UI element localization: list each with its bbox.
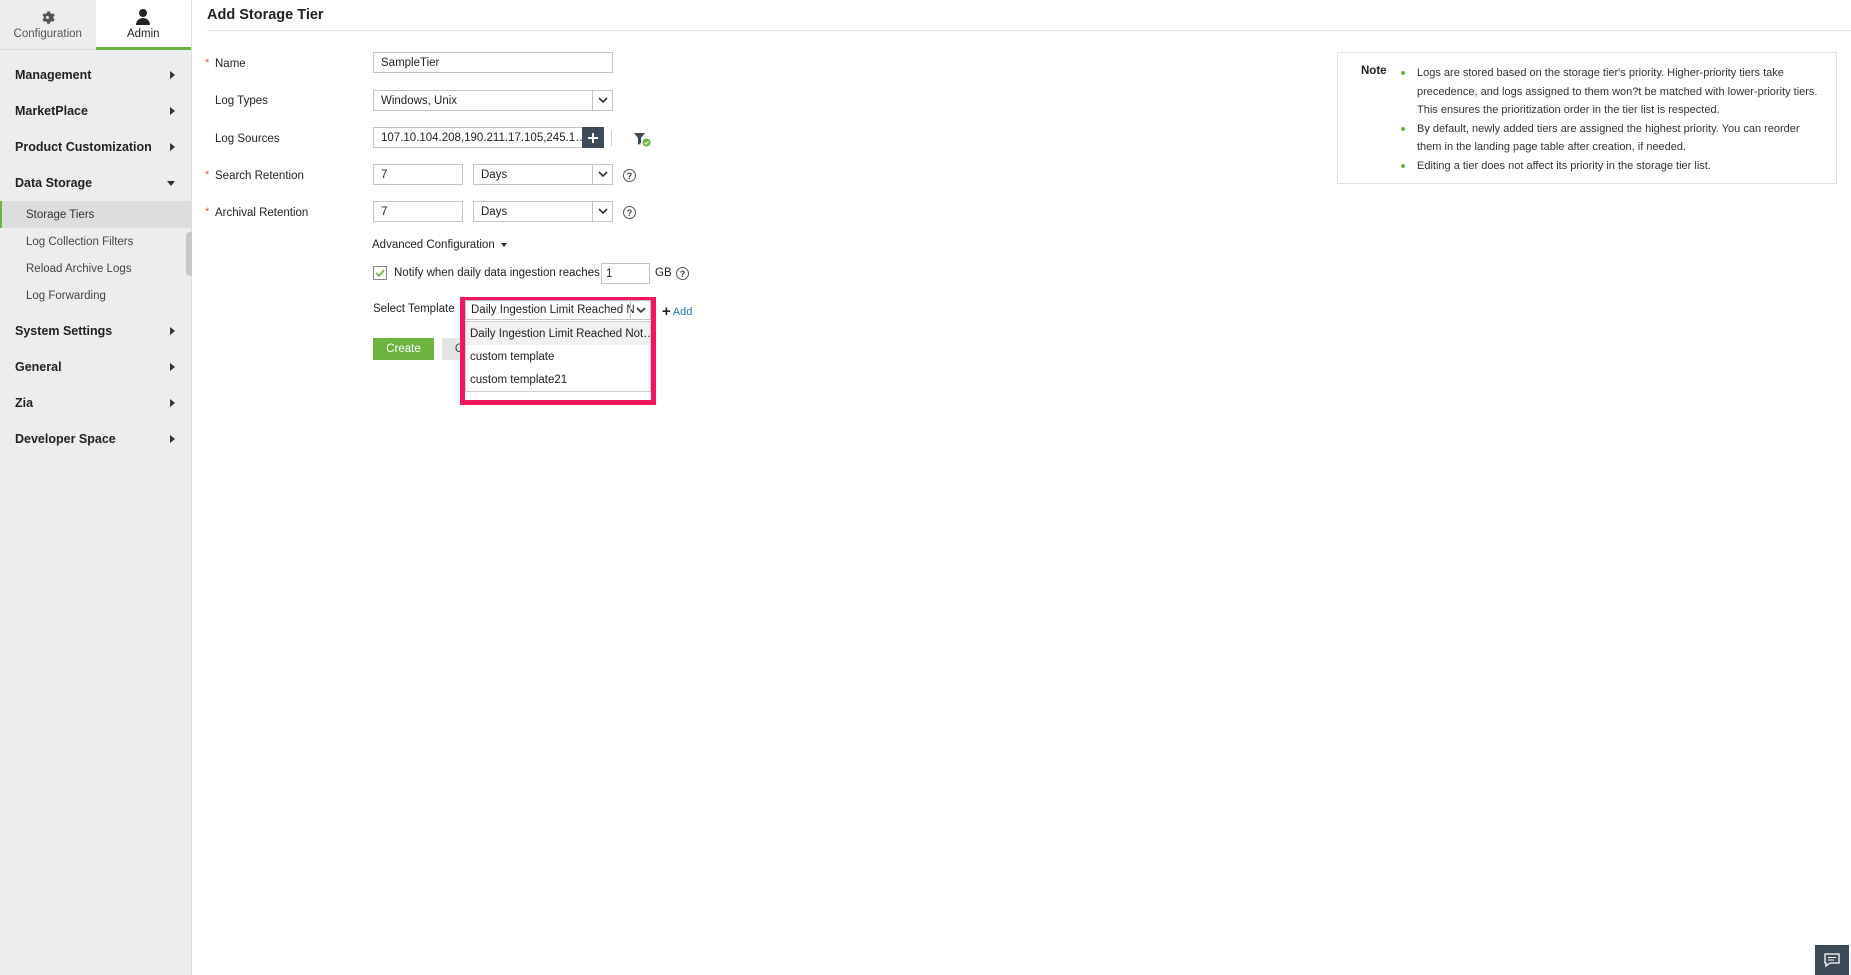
add-log-source-button[interactable] (582, 127, 604, 148)
template-dropdown-list: Daily Ingestion Limit Reached Not… custo… (465, 321, 651, 392)
sidebar-item-system-settings[interactable]: System Settings (0, 313, 191, 349)
search-retention-input[interactable] (373, 164, 463, 185)
title-divider (207, 30, 1851, 31)
advanced-configuration-label: Advanced Configuration (372, 239, 495, 251)
caret-right-icon (170, 107, 175, 115)
log-types-value: Windows, Unix (381, 94, 458, 107)
plus-icon: + (662, 303, 671, 320)
check-icon (375, 269, 385, 278)
tab-configuration[interactable]: Configuration (0, 0, 96, 50)
caret-right-icon (170, 435, 175, 443)
log-types-select[interactable]: Windows, Unix (373, 90, 613, 111)
plus-icon (588, 132, 598, 143)
search-retention-label: Search Retention (215, 170, 304, 182)
caret-down-icon (167, 180, 175, 186)
log-sources-field[interactable]: 107.10.104.208,190.211.17.105,245.1… (373, 127, 583, 148)
caret-right-icon (170, 143, 175, 151)
archival-retention-unit-select[interactable]: Days (473, 201, 613, 222)
select-template-label: Select Template (373, 303, 455, 315)
sidebar-item-product-customization[interactable]: Product Customization (0, 129, 191, 165)
chat-button[interactable] (1815, 945, 1849, 975)
sidebar-tabs: Configuration Admin (0, 0, 191, 50)
select-template-value: Daily Ingestion Limit Reached N (471, 304, 635, 316)
notify-unit-label: GB (655, 267, 672, 279)
sidebar-item-label: MarketPlace (15, 104, 88, 118)
notify-label: Notify when daily data ingestion reaches (394, 267, 600, 279)
sidebar: Configuration Admin Management MarketPla… (0, 0, 192, 975)
page-title: Add Storage Tier (207, 7, 324, 23)
sidebar-subitem-reload-archive-logs[interactable]: Reload Archive Logs (0, 255, 191, 282)
user-icon (136, 8, 151, 25)
gear-icon (42, 11, 55, 24)
filter-check-icon[interactable] (634, 133, 651, 147)
note-item: Editing a tier does not affect its prior… (1398, 157, 1818, 176)
required-marker: * (205, 57, 210, 69)
name-label: Name (215, 58, 246, 70)
notify-threshold-input[interactable] (601, 263, 650, 284)
log-sources-value: 107.10.104.208,190.211.17.105,245.1… (381, 131, 583, 144)
caret-right-icon (170, 399, 175, 407)
tab-admin-label: Admin (126, 27, 160, 40)
main-content: Add Storage Tier * Name Log Types Window… (192, 0, 1851, 975)
notify-checkbox[interactable] (373, 266, 387, 280)
tab-configuration-label: Configuration (13, 28, 82, 40)
select-template-select[interactable]: Daily Ingestion Limit Reached N (465, 300, 651, 320)
sidebar-subitem-log-collection-filters[interactable]: Log Collection Filters (0, 228, 191, 255)
help-icon[interactable]: ? (623, 169, 636, 182)
search-retention-unit-select[interactable]: Days (473, 164, 613, 185)
tab-admin[interactable]: Admin (95, 0, 191, 50)
sidebar-subitem-storage-tiers[interactable]: Storage Tiers (0, 201, 191, 228)
note-list: Logs are stored based on the storage tie… (1398, 64, 1818, 175)
caret-right-icon (170, 327, 175, 335)
required-marker: * (205, 206, 210, 218)
add-template-label: Add (672, 305, 693, 318)
dropdown-option[interactable]: custom template21 (466, 368, 650, 391)
note-item: Logs are stored based on the storage tie… (1398, 64, 1818, 120)
help-icon[interactable]: ? (676, 267, 689, 280)
archival-retention-unit-value: Days (481, 205, 508, 218)
sidebar-item-general[interactable]: General (0, 349, 191, 385)
sidebar-item-developer-space[interactable]: Developer Space (0, 421, 191, 457)
note-item: By default, newly added tiers are assign… (1398, 120, 1818, 157)
sidebar-item-label: System Settings (15, 324, 113, 338)
note-panel: Note Logs are stored based on the storag… (1337, 52, 1837, 184)
create-button[interactable]: Create (373, 338, 434, 360)
help-icon[interactable]: ? (623, 206, 636, 219)
dropdown-option[interactable]: Daily Ingestion Limit Reached Not… (466, 322, 650, 345)
caret-right-icon (170, 71, 175, 79)
required-marker: * (205, 169, 210, 181)
sidebar-item-label: Product Customization (15, 140, 152, 154)
log-types-label: Log Types (215, 95, 268, 107)
caret-right-icon (170, 363, 175, 371)
add-template-link[interactable]: + Add (662, 303, 692, 320)
chevron-down-icon (630, 301, 650, 319)
log-sources-label: Log Sources (215, 133, 280, 145)
chevron-down-icon (592, 91, 612, 110)
search-retention-unit-value: Days (481, 168, 508, 181)
chat-icon (1824, 952, 1840, 967)
sidebar-item-label: Developer Space (15, 432, 116, 446)
archival-retention-input[interactable] (373, 201, 463, 222)
sidebar-item-label: Zia (15, 396, 34, 410)
chevron-down-icon (592, 165, 612, 184)
sidebar-item-label: Management (15, 68, 92, 82)
note-title: Note (1361, 65, 1387, 77)
dropdown-option[interactable]: custom template (466, 345, 650, 368)
name-input[interactable] (373, 52, 613, 73)
sidebar-item-data-storage[interactable]: Data Storage (0, 165, 191, 201)
caret-down-icon (500, 243, 507, 247)
sidebar-item-marketplace[interactable]: MarketPlace (0, 93, 191, 129)
chevron-down-icon (592, 202, 612, 221)
field-separator (611, 130, 612, 146)
sidebar-item-management[interactable]: Management (0, 57, 191, 93)
sidebar-subitem-log-forwarding[interactable]: Log Forwarding (0, 282, 191, 309)
advanced-configuration-toggle[interactable]: Advanced Configuration (372, 239, 507, 251)
sidebar-item-zia[interactable]: Zia (0, 385, 191, 421)
sidebar-item-label: General (15, 360, 62, 374)
archival-retention-label: Archival Retention (215, 207, 309, 219)
sidebar-item-label: Data Storage (15, 176, 93, 190)
